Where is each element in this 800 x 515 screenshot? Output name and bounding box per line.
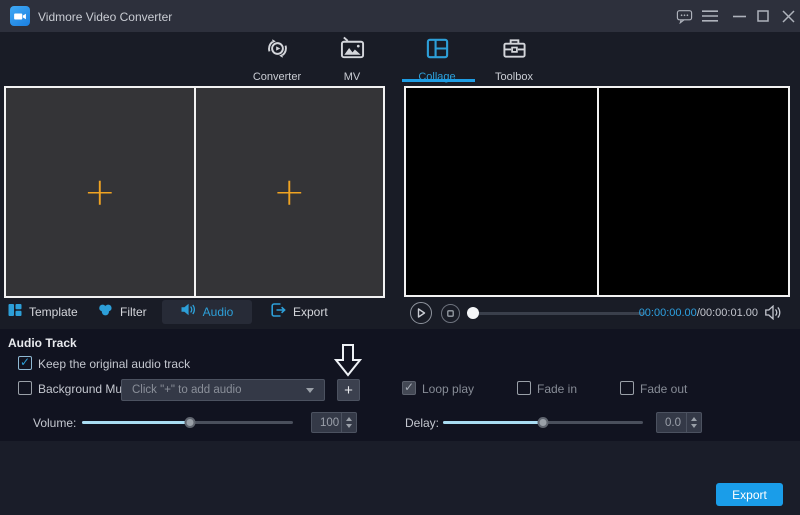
subtab-label-audio: Audio <box>203 305 234 319</box>
delay-slider-thumb[interactable] <box>538 417 549 428</box>
fade-in-checkbox <box>517 381 531 395</box>
volume-spinner[interactable] <box>341 413 356 432</box>
tab-toolbox[interactable]: Toolbox <box>478 36 550 80</box>
add-video-icon[interactable]: + <box>273 177 305 207</box>
spinner-down-icon[interactable] <box>691 424 697 428</box>
add-video-icon[interactable]: + <box>84 177 116 207</box>
tab-label-mv: MV <box>344 71 361 83</box>
collage-cell-2[interactable]: + <box>196 88 384 296</box>
seek-thumb[interactable] <box>467 307 479 319</box>
total-time: 00:00:01.00 <box>700 307 758 319</box>
app-logo-icon <box>10 6 30 26</box>
collage-cell-1[interactable]: + <box>6 88 194 296</box>
fade-out-checkbox <box>620 381 634 395</box>
playback-time: 00:00:00.00/00:00:01.00 <box>630 307 758 319</box>
converter-icon <box>265 36 290 66</box>
delay-slider[interactable] <box>443 421 643 424</box>
preview-cell-2 <box>599 88 788 295</box>
app-title: Vidmore Video Converter <box>38 10 172 24</box>
volume-label: Volume: <box>33 416 76 430</box>
collage-editor: + + <box>4 86 385 298</box>
tab-converter[interactable]: Converter <box>241 36 313 80</box>
tab-label-toolbox: Toolbox <box>495 71 533 83</box>
fade-in-label: Fade in <box>537 382 577 396</box>
preview-canvas <box>404 86 790 297</box>
spinner-down-icon[interactable] <box>346 424 352 428</box>
loop-play-checkbox <box>402 381 416 395</box>
subtab-audio[interactable]: Audio <box>162 300 252 324</box>
subtab-template[interactable]: Template <box>2 300 84 324</box>
preview-cell-1 <box>406 88 597 295</box>
background-music-checkbox[interactable] <box>18 381 32 395</box>
template-icon <box>8 303 22 322</box>
annotation-down-arrow-icon <box>334 343 362 383</box>
tab-mv[interactable]: MV <box>316 36 388 80</box>
audio-speaker-icon <box>181 303 196 321</box>
app-window: Vidmore Video Converter Converter MV <box>0 0 800 515</box>
music-file-dropdown[interactable]: Click "+" to add audio <box>121 379 325 401</box>
delay-value-box[interactable]: 0.0 <box>656 412 702 433</box>
keep-original-label: Keep the original audio track <box>38 357 190 371</box>
volume-value-box[interactable]: 100 <box>311 412 357 433</box>
audio-track-panel: Audio Track Keep the original audio trac… <box>0 329 800 441</box>
collage-icon <box>425 36 450 66</box>
tab-label-converter: Converter <box>253 71 301 83</box>
feedback-icon[interactable] <box>672 0 696 32</box>
active-tab-indicator <box>402 79 475 82</box>
add-audio-button[interactable]: + <box>337 379 360 401</box>
subtab-filter[interactable]: Filter <box>92 300 153 324</box>
seek-bar[interactable] <box>468 312 645 315</box>
spinner-up-icon[interactable] <box>691 417 697 421</box>
footer-bar: Export <box>0 441 800 515</box>
maximize-icon[interactable] <box>752 0 774 32</box>
elapsed-time: 00:00:00.00 <box>639 307 697 319</box>
delay-label: Delay: <box>405 416 439 430</box>
toolbox-icon <box>502 36 527 66</box>
audio-track-title: Audio Track <box>8 336 77 350</box>
music-dropdown-placeholder: Click "+" to add audio <box>132 384 306 396</box>
volume-slider-fill <box>82 421 190 424</box>
menu-icon[interactable] <box>698 0 722 32</box>
filter-icon <box>98 303 113 321</box>
stop-button[interactable] <box>441 304 460 323</box>
subtab-label-template: Template <box>29 305 78 319</box>
fade-out-label: Fade out <box>640 382 687 396</box>
spinner-up-icon[interactable] <box>346 417 352 421</box>
play-button[interactable] <box>410 302 432 324</box>
delay-slider-fill <box>443 421 543 424</box>
export-icon <box>271 303 286 322</box>
mv-icon <box>340 36 365 66</box>
volume-slider-thumb[interactable] <box>184 417 195 428</box>
tab-collage[interactable]: Collage <box>401 36 473 80</box>
delay-value: 0.0 <box>657 417 686 429</box>
keep-original-checkbox[interactable] <box>18 356 32 370</box>
chevron-down-icon <box>306 388 314 393</box>
volume-speaker-icon[interactable] <box>765 305 782 325</box>
titlebar: Vidmore Video Converter <box>0 0 800 32</box>
subtab-label-filter: Filter <box>120 305 147 319</box>
volume-slider[interactable] <box>82 421 293 424</box>
export-button[interactable]: Export <box>716 483 783 506</box>
subtab-label-export: Export <box>293 305 328 319</box>
minimize-icon[interactable] <box>728 0 750 32</box>
delay-spinner[interactable] <box>686 413 701 432</box>
close-icon[interactable] <box>776 0 800 32</box>
loop-play-label: Loop play <box>422 382 474 396</box>
volume-value: 100 <box>312 417 341 429</box>
subtab-export[interactable]: Export <box>265 300 334 324</box>
